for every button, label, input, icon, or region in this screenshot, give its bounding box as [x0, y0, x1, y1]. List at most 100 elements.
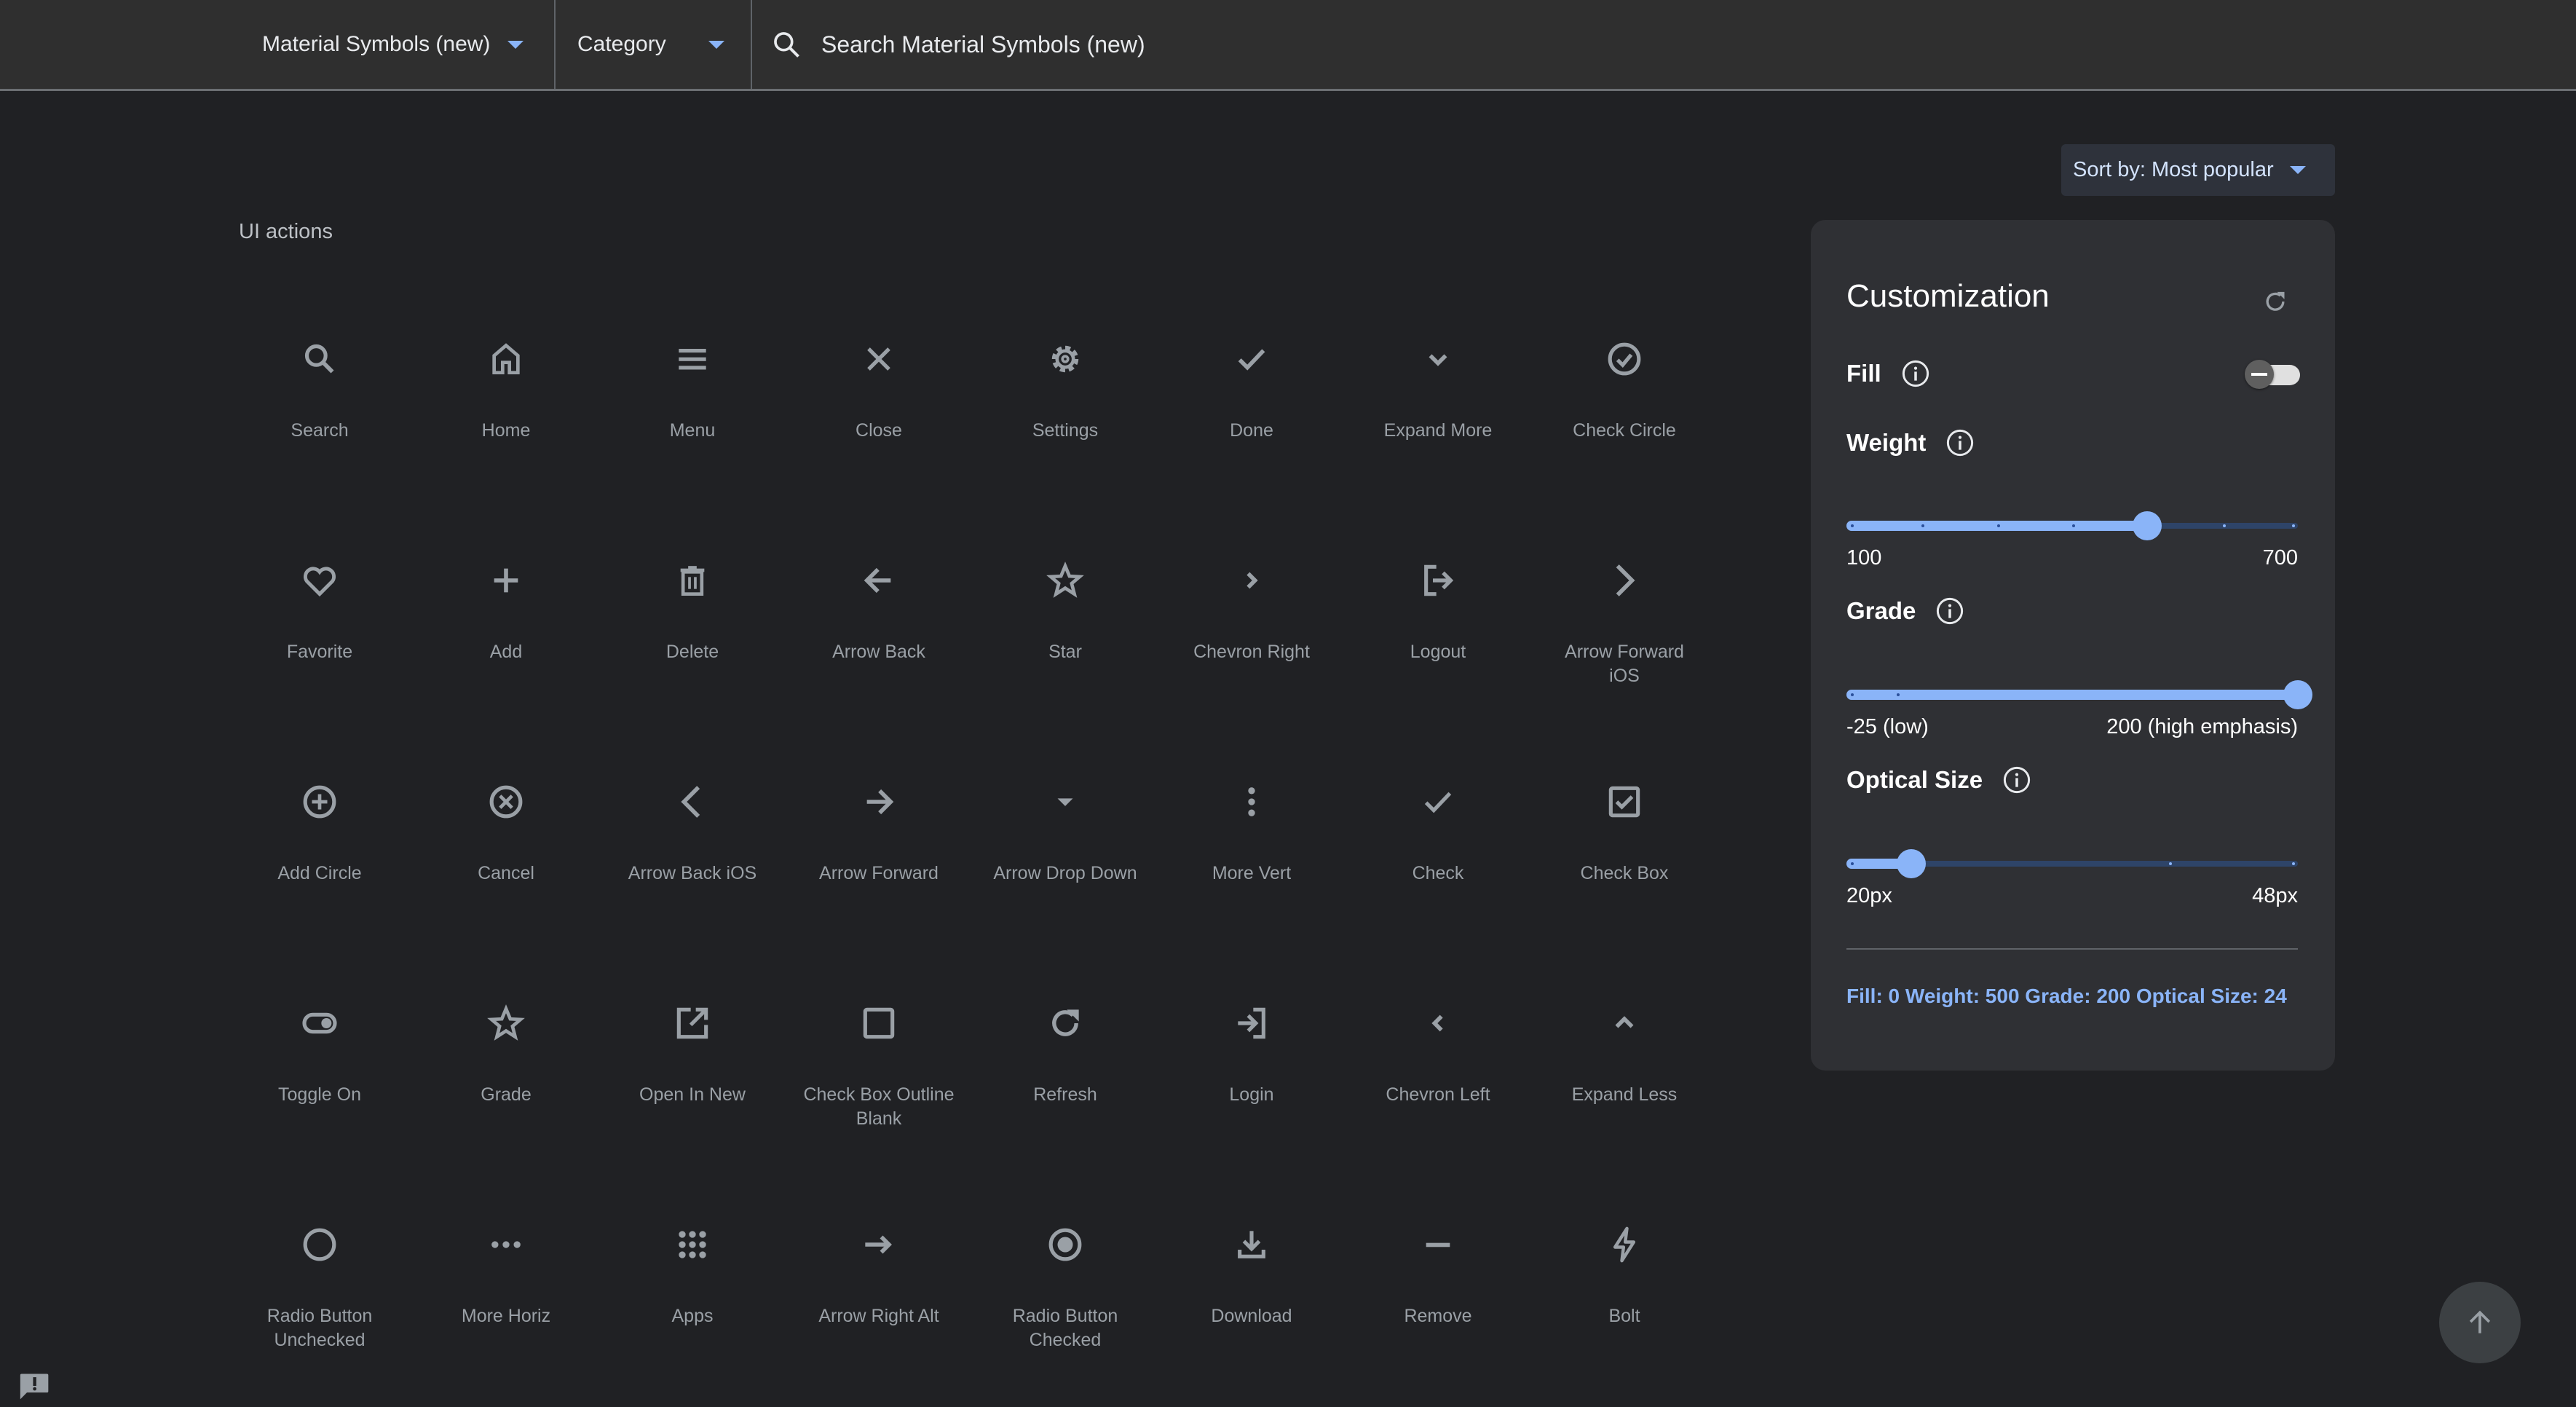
icon-tile-label: Arrow Forward — [819, 863, 939, 883]
slider-thumb[interactable] — [1896, 849, 1926, 878]
icon-tile-grade[interactable]: Grade — [413, 948, 599, 1170]
icon-tile-bolt[interactable]: Bolt — [1531, 1170, 1718, 1391]
close-icon — [857, 337, 901, 381]
grade-label: Grade — [1846, 597, 1916, 624]
icon-tile-label: Apps — [671, 1306, 714, 1326]
icon-tile-label: Arrow Back iOS — [628, 863, 757, 883]
icon-tile-label: Arrow Drop Down — [993, 863, 1137, 883]
icon-tile-star[interactable]: Star — [972, 505, 1158, 727]
star-icon — [1043, 559, 1087, 602]
icon-tile-arrow-forward[interactable]: Arrow Forward — [786, 727, 972, 948]
icon-tile-arrow-back-ios[interactable]: Arrow Back iOS — [599, 727, 786, 948]
icon-tile-label: Arrow Right Alt — [818, 1306, 939, 1326]
slider-thumb[interactable] — [2283, 680, 2312, 709]
icon-tile-check[interactable]: Check — [1345, 727, 1531, 948]
icon-tile-apps[interactable]: Apps — [599, 1170, 786, 1391]
icon-tile-add[interactable]: Add — [413, 505, 599, 727]
expand-more-icon — [1416, 337, 1460, 381]
icon-tile-cancel[interactable]: Cancel — [413, 727, 599, 948]
open-in-new-icon — [671, 1001, 714, 1045]
icon-tile-chevron-right[interactable]: Chevron Right — [1158, 505, 1345, 727]
icon-tile-check-box-outline-blank[interactable]: Check Box Outline Blank — [786, 948, 972, 1170]
icon-tile-settings[interactable]: Settings — [972, 284, 1158, 505]
icon-tile-expand-more[interactable]: Expand More — [1345, 284, 1531, 505]
slider-tick — [2292, 524, 2295, 527]
icon-tile-login[interactable]: Login — [1158, 948, 1345, 1170]
sort-dropdown[interactable]: Sort by: Most popular — [2061, 144, 2335, 196]
icon-tile-chevron-left[interactable]: Chevron Left — [1345, 948, 1531, 1170]
slider-tick — [2168, 862, 2172, 865]
icon-tile-refresh[interactable]: Refresh — [972, 948, 1158, 1170]
icon-tile-arrow-right-alt[interactable]: Arrow Right Alt — [786, 1170, 972, 1391]
arrow-forward-ios-icon — [1603, 559, 1646, 602]
icon-tile-label: Cancel — [478, 863, 534, 883]
fill-toggle[interactable] — [2245, 358, 2303, 390]
dropdown-arrow-icon — [2289, 166, 2306, 174]
icon-tile-label: Check Box Outline Blank — [803, 1084, 955, 1129]
scroll-to-top-button[interactable] — [2439, 1282, 2521, 1363]
icon-tile-check-box[interactable]: Check Box — [1531, 727, 1718, 948]
icon-tile-menu[interactable]: Menu — [599, 284, 786, 505]
icon-tile-radio-button-unchecked[interactable]: Radio Button Unchecked — [226, 1170, 413, 1391]
icon-tile-delete[interactable]: Delete — [599, 505, 786, 727]
icon-tile-add-circle[interactable]: Add Circle — [226, 727, 413, 948]
slider-tick — [2072, 524, 2075, 527]
icon-tile-label: Login — [1229, 1084, 1274, 1105]
more-horiz-icon — [484, 1223, 528, 1266]
icon-tile-remove[interactable]: Remove — [1345, 1170, 1531, 1391]
search-icon — [774, 32, 799, 58]
info-icon[interactable] — [2002, 765, 2032, 795]
icon-tile-more-vert[interactable]: More Vert — [1158, 727, 1345, 948]
icon-tile-arrow-drop-down[interactable]: Arrow Drop Down — [972, 727, 1158, 948]
icon-set-dropdown[interactable]: Material Symbols (new) — [262, 0, 524, 89]
icon-tile-label: Logout — [1410, 642, 1466, 662]
icon-tile-label: Bolt — [1608, 1306, 1640, 1326]
icon-tile-label: Home — [481, 420, 531, 441]
icon-tile-label: Star — [1048, 642, 1082, 662]
search-input[interactable] — [821, 31, 1695, 58]
icon-tile-label: Add Circle — [277, 863, 362, 883]
reset-icon[interactable] — [2261, 288, 2290, 317]
icon-tile-download[interactable]: Download — [1158, 1170, 1345, 1391]
icon-tile-favorite[interactable]: Favorite — [226, 505, 413, 727]
grade-slider[interactable] — [1846, 679, 2312, 711]
weight-min-label: 100 — [1846, 546, 1882, 570]
optical-size-slider[interactable] — [1846, 848, 2298, 880]
weight-slider[interactable] — [1846, 510, 2298, 542]
icon-tile-toggle-on[interactable]: Toggle On — [226, 948, 413, 1170]
icon-tile-arrow-back[interactable]: Arrow Back — [786, 505, 972, 727]
panel-title: Customization — [1846, 278, 2050, 314]
icon-tile-check-circle[interactable]: Check Circle — [1531, 284, 1718, 505]
icon-tile-close[interactable]: Close — [786, 284, 972, 505]
icon-tile-home[interactable]: Home — [413, 284, 599, 505]
icon-tile-label: Check Circle — [1573, 420, 1676, 441]
weight-max-label: 700 — [2262, 546, 2298, 570]
icon-tile-expand-less[interactable]: Expand Less — [1531, 948, 1718, 1170]
icon-tile-done[interactable]: Done — [1158, 284, 1345, 505]
slider-tick — [1851, 693, 1854, 696]
toggle-thumb — [2245, 360, 2274, 389]
feedback-icon[interactable] — [19, 1371, 51, 1401]
grade-icon — [484, 1001, 528, 1045]
icon-tile-logout[interactable]: Logout — [1345, 505, 1531, 727]
toolbar-divider — [751, 0, 752, 89]
arrow-forward-icon — [857, 780, 901, 824]
settings-summary: Fill: 0 Weight: 500 Grade: 200 Optical S… — [1846, 985, 2287, 1007]
icon-tile-search[interactable]: Search — [226, 284, 413, 505]
arrow-right-alt-icon — [857, 1223, 901, 1266]
icon-tile-radio-button-checked[interactable]: Radio Button Checked — [972, 1170, 1158, 1391]
icon-set-dropdown-label: Material Symbols (new) — [262, 32, 491, 56]
icon-tile-open-in-new[interactable]: Open In New — [599, 948, 786, 1170]
info-icon[interactable] — [1935, 596, 1965, 626]
info-icon[interactable] — [1945, 427, 1975, 458]
logout-icon — [1416, 559, 1460, 602]
grade-min-label: -25 (low) — [1846, 715, 1929, 738]
add-icon — [484, 559, 528, 602]
info-icon[interactable] — [1900, 358, 1931, 389]
chevron-right-icon — [1230, 559, 1273, 602]
weight-control-label: Weight — [1846, 427, 1975, 458]
icon-tile-arrow-forward-ios[interactable]: Arrow Forward iOS — [1531, 505, 1718, 727]
slider-thumb[interactable] — [2133, 511, 2162, 540]
category-dropdown[interactable]: Category — [577, 0, 724, 89]
icon-tile-more-horiz[interactable]: More Horiz — [413, 1170, 599, 1391]
